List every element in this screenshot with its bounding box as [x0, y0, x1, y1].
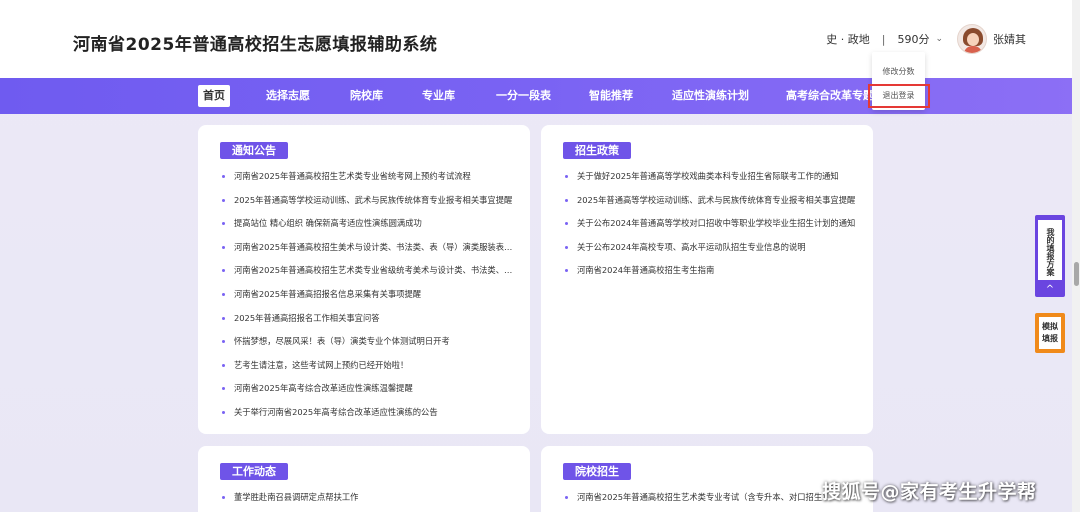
notice-list: 河南省2025年普通高校招生艺术类专业省统考网上预约考试流程 2025年普通高等… — [220, 165, 516, 425]
nav-smart-recommend[interactable]: 智能推荐 — [589, 85, 633, 107]
list-item[interactable]: 怀揣梦想，尽展风采！表（导）演类专业个体测试明日开考 — [220, 330, 516, 354]
scrollbar-track[interactable] — [1072, 0, 1080, 512]
nav-drill-plan[interactable]: 适应性演练计划 — [672, 85, 749, 107]
college-list: 河南省2025年普通高校招生艺术类专业考试（含专升本、对口招生） — [563, 486, 859, 510]
list-item[interactable]: 2025年普通高等学校运动训练、武术与民族传统体育专业报考相关事宜提醒 — [220, 189, 516, 213]
nav-home[interactable]: 首页 — [198, 85, 230, 107]
my-plan-button[interactable]: 我的填报方案 ^ — [1035, 215, 1065, 297]
work-news-card: 工作动态 董学胜赴南召县调研定点帮扶工作 — [198, 446, 530, 512]
site-title: 河南省2025年普通高校招生志愿填报辅助系统 — [73, 35, 438, 55]
nav-reform-topic[interactable]: 高考综合改革专题 — [786, 85, 874, 107]
edit-score-menu-item[interactable]: 修改分数 — [872, 66, 925, 77]
notice-card: 通知公告 河南省2025年普通高校招生艺术类专业省统考网上预约考试流程 2025… — [198, 125, 530, 434]
nav-score-rank-table[interactable]: 一分一段表 — [496, 85, 551, 107]
score-value: 590分 — [897, 33, 930, 46]
scrollbar-thumb[interactable] — [1074, 262, 1079, 286]
nav-major-library[interactable]: 专业库 — [422, 85, 455, 107]
list-item[interactable]: 河南省2025年普通高校招生艺术类专业省级统考美术与设计类、书法类、音乐类等专业… — [220, 259, 516, 283]
college-tag: 院校招生 — [563, 463, 631, 480]
avatar[interactable] — [957, 24, 987, 54]
list-item[interactable]: 河南省2025年普通高招报名信息采集有关事项提醒 — [220, 283, 516, 307]
list-item[interactable]: 河南省2024年普通高校招生考生指南 — [563, 259, 859, 283]
list-item[interactable]: 关于公布2024年普通高等学校对口招收中等职业学校毕业生招生计划的通知 — [563, 212, 859, 236]
list-item[interactable]: 提高站位 精心组织 确保新高考适应性演练圆满成功 — [220, 212, 516, 236]
separator: | — [881, 32, 886, 46]
subject-combination[interactable]: 史 · 政地 — [826, 31, 870, 47]
mock-fill-label: 模拟填报 — [1039, 317, 1061, 349]
list-item[interactable]: 河南省2025年普通高校招生艺术类专业考试（含专升本、对口招生） — [563, 486, 859, 510]
policy-list: 关于做好2025年普通高等学校戏曲类本科专业招生省际联考工作的通知 2025年普… — [563, 165, 859, 283]
chevron-down-icon: ⌄ — [935, 34, 943, 44]
nav-college-library[interactable]: 院校库 — [350, 85, 383, 107]
watermark: 搜狐号@家有考生升学帮 — [822, 481, 1037, 503]
list-item[interactable]: 河南省2025年普通高校招生美术与设计类、书法类、表（导）演类服装表演方向专业统… — [220, 236, 516, 260]
list-item[interactable]: 河南省2025年普通高校招生艺术类专业省统考网上预约考试流程 — [220, 165, 516, 189]
policy-tag: 招生政策 — [563, 142, 631, 159]
user-area: 史 · 政地 | 590分 ⌄ 张婧其 — [826, 22, 1026, 56]
list-item[interactable]: 河南省2025年高考综合改革适应性演练温馨提醒 — [220, 377, 516, 401]
list-item[interactable]: 关于做好2025年普通高等学校戏曲类本科专业招生省际联考工作的通知 — [563, 165, 859, 189]
notice-tag: 通知公告 — [220, 142, 288, 159]
work-list: 董学胜赴南召县调研定点帮扶工作 — [220, 486, 516, 510]
policy-card: 招生政策 关于做好2025年普通高等学校戏曲类本科专业招生省际联考工作的通知 2… — [541, 125, 873, 434]
my-plan-label: 我的填报方案 — [1038, 220, 1062, 280]
logout-menu-item[interactable]: 退出登录 — [872, 90, 925, 101]
mock-fill-button[interactable]: 模拟填报 — [1035, 313, 1065, 353]
list-item[interactable]: 关于公布2024年高校专项、高水平运动队招生专业信息的说明 — [563, 236, 859, 260]
chevron-up-icon: ^ — [1045, 284, 1055, 295]
user-dropdown-menu: 修改分数 退出登录 — [872, 52, 925, 110]
list-item[interactable]: 董学胜赴南召县调研定点帮扶工作 — [220, 486, 516, 510]
work-tag: 工作动态 — [220, 463, 288, 480]
list-item[interactable]: 艺考生请注意，这些考试网上预约已经开始啦！ — [220, 354, 516, 378]
list-item[interactable]: 关于举行河南省2025年高考综合改革适应性演练的公告 — [220, 401, 516, 425]
list-item[interactable]: 2025年普通高招报名工作相关事宜问答 — [220, 307, 516, 331]
list-item[interactable]: 2025年普通高等学校运动训练、武术与民族传统体育专业报考相关事宜提醒 — [563, 189, 859, 213]
nav-choose-volunteer[interactable]: 选择志愿 — [266, 85, 310, 107]
username[interactable]: 张婧其 — [993, 31, 1026, 47]
score-selector[interactable]: 590分 ⌄ — [897, 31, 943, 47]
